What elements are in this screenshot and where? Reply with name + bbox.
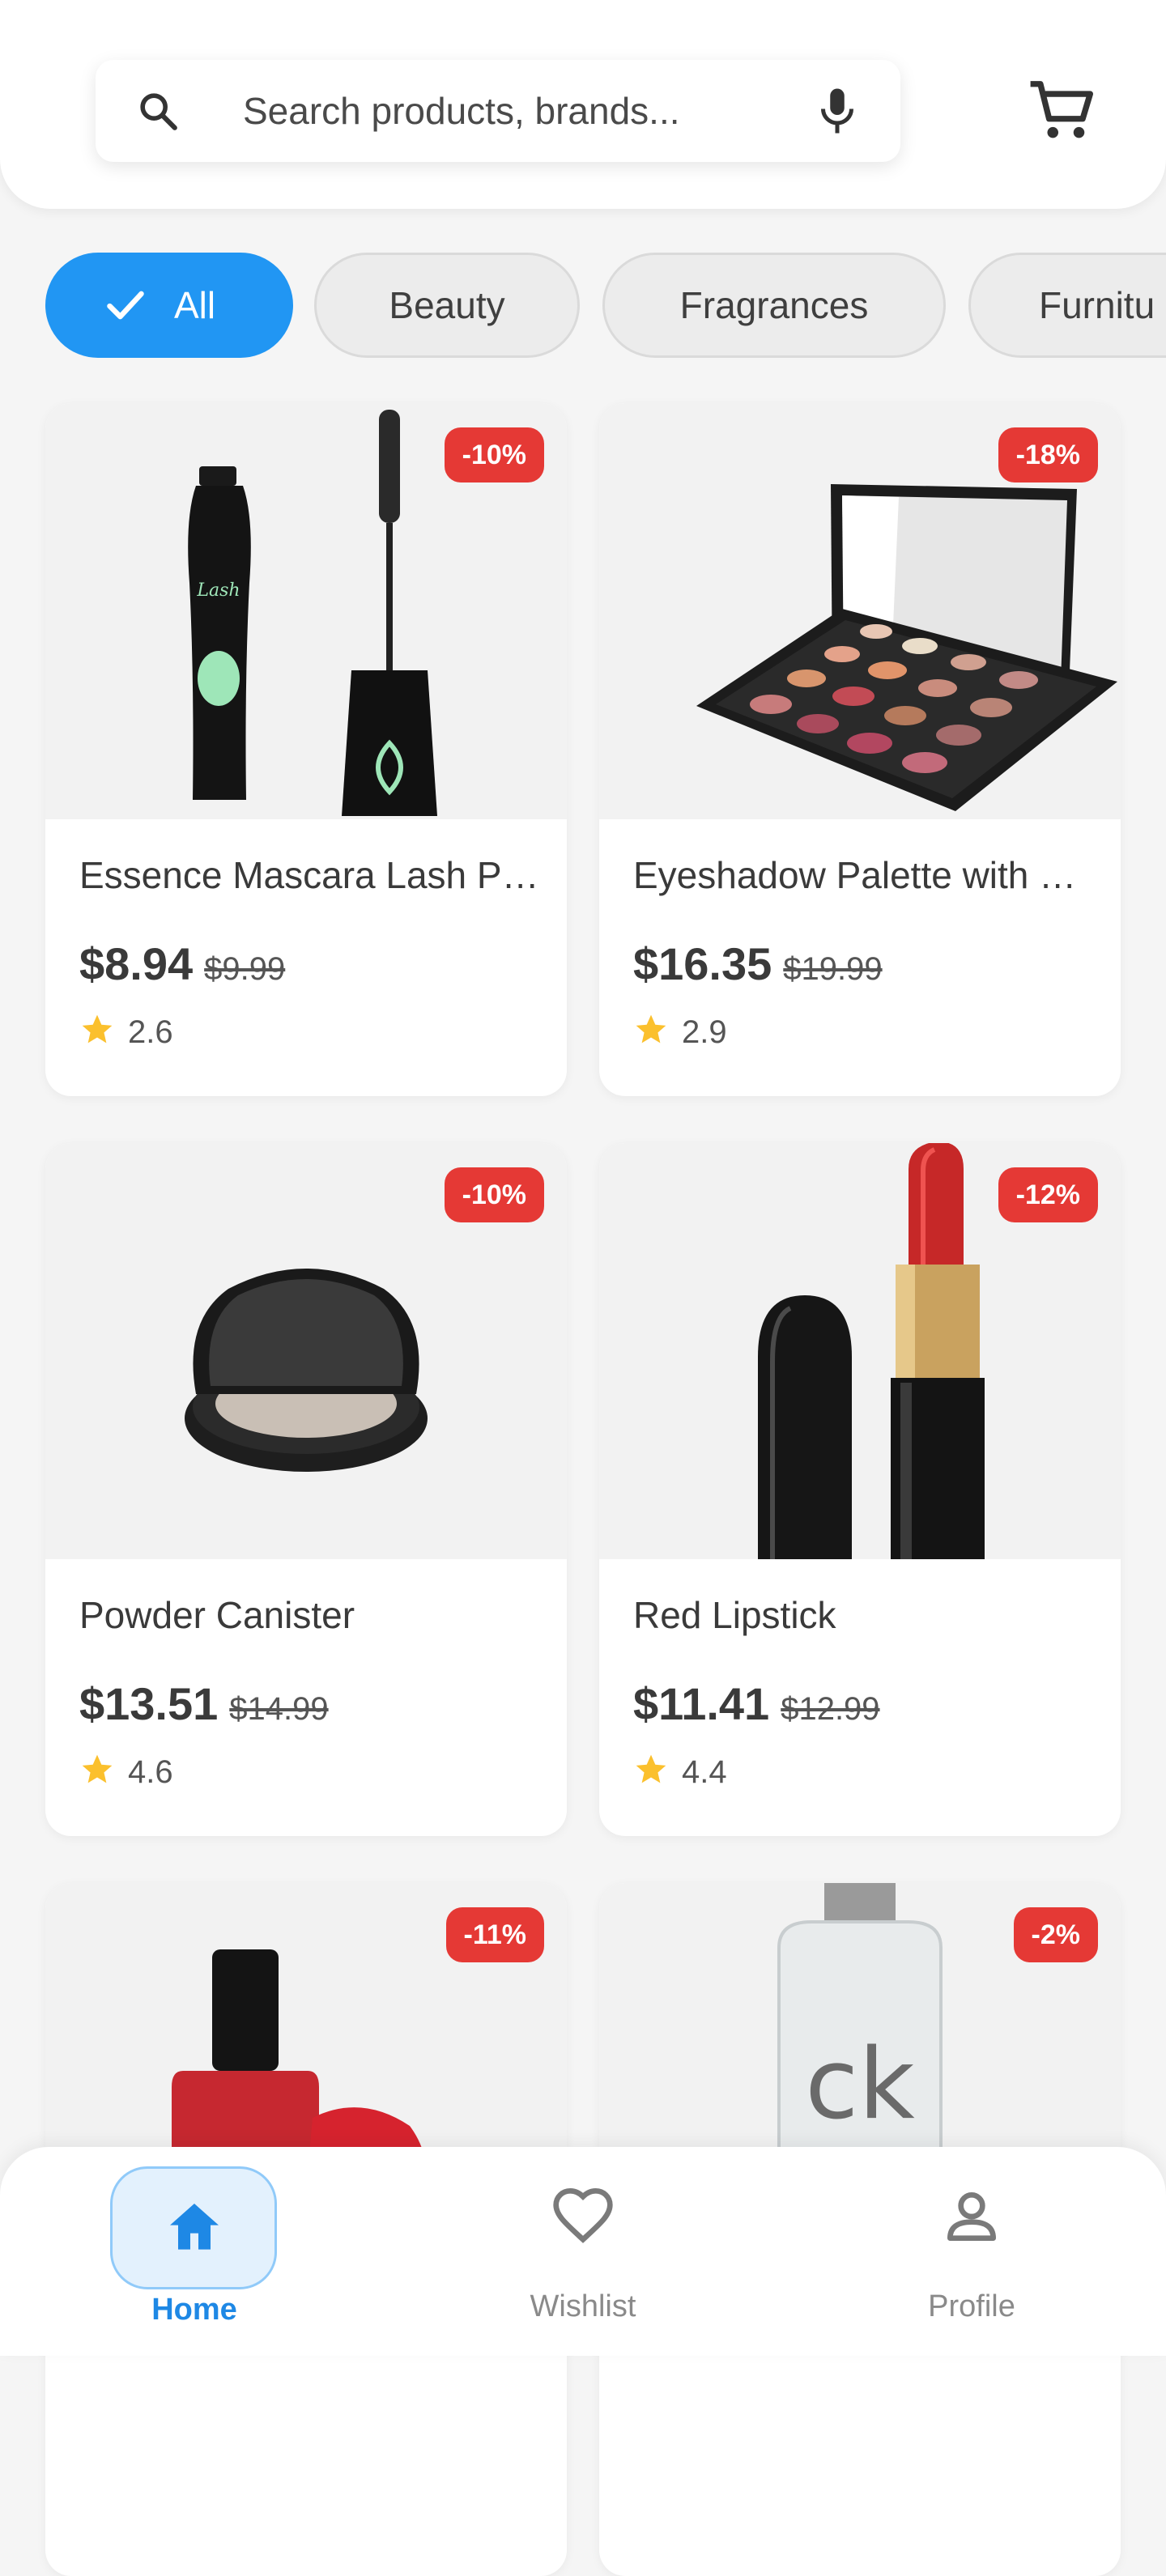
star-icon [82, 1754, 113, 1783]
discount-badge: -18% [998, 427, 1098, 482]
heart-icon [553, 2187, 613, 2243]
search-bar[interactable]: Search products, brands... [96, 60, 900, 162]
product-rating: 2.9 [633, 1012, 727, 1051]
nav-profile[interactable]: Profile [850, 2147, 1093, 2356]
chip-beauty[interactable]: Beauty [314, 253, 580, 358]
chip-label: Beauty [389, 284, 505, 326]
rating-value: 4.4 [682, 1754, 727, 1790]
chip-furniture[interactable]: Furnitu [968, 253, 1166, 358]
search-input[interactable]: Search products, brands... [243, 60, 680, 162]
chip-label: Fragrances [679, 284, 869, 326]
discount-badge: -12% [998, 1167, 1098, 1222]
discount-badge: -10% [444, 427, 544, 482]
app-header: Search products, brands... [0, 0, 1166, 209]
product-rating: 4.4 [633, 1752, 727, 1791]
home-icon [170, 2204, 219, 2250]
svg-text:Lash: Lash [196, 580, 240, 601]
rating-value: 4.6 [128, 1754, 173, 1790]
product-title: Eyeshadow Palette with Mirror [633, 854, 1095, 896]
rating-value: 2.6 [128, 1014, 173, 1050]
chip-all[interactable]: All [45, 253, 293, 358]
search-icon [140, 93, 177, 130]
nav-wishlist-label: Wishlist [530, 2289, 636, 2323]
discount-badge: -11% [445, 1907, 544, 1962]
person-icon [947, 2192, 996, 2241]
product-title: Red Lipstick [633, 1594, 836, 1636]
nav-wishlist[interactable]: Wishlist [462, 2147, 704, 2356]
product-card[interactable]: -18% Eyeshadow Palette with Mirror $16.3… [599, 403, 1121, 1096]
cart-icon[interactable] [1027, 78, 1096, 142]
discount-badge: -10% [444, 1167, 544, 1222]
price-current: $11.41 [633, 1678, 770, 1729]
product-price: $13.51 $14.99 [79, 1677, 329, 1730]
nav-home[interactable]: Home [73, 2147, 316, 2356]
price-original: $12.99 [781, 1691, 880, 1727]
product-card[interactable]: -12% Red Lipstick $11.41 $12.99 4.4 [599, 1143, 1121, 1836]
product-price: $11.41 $12.99 [633, 1677, 880, 1730]
price-current: $16.35 [633, 938, 772, 989]
chip-fragrances[interactable]: Fragrances [602, 253, 946, 358]
nav-profile-label: Profile [928, 2289, 1015, 2323]
svg-text:ck: ck [805, 2029, 915, 2141]
bottom-navigation: Home Wishlist Profile [0, 2147, 1166, 2356]
nav-home-label: Home [151, 2293, 237, 2327]
product-title: Powder Canister [79, 1594, 355, 1636]
price-current: $13.51 [79, 1678, 219, 1729]
product-price: $8.94 $9.99 [79, 937, 285, 990]
category-chips: All Beauty Fragrances Furnitu [0, 251, 1166, 363]
chip-label: All [174, 284, 216, 326]
price-original: $9.99 [204, 951, 286, 987]
star-icon [636, 1014, 666, 1044]
product-rating: 4.6 [79, 1752, 173, 1791]
price-original: $19.99 [783, 951, 883, 987]
product-rating: 2.6 [79, 1012, 173, 1051]
star-icon [82, 1014, 113, 1044]
star-icon [636, 1754, 666, 1783]
price-original: $14.99 [229, 1691, 329, 1727]
check-icon [107, 291, 144, 320]
product-title: Essence Mascara Lash Princess [79, 854, 541, 896]
product-card[interactable]: Lash -10% Essence Mascara Lash Princess … [45, 403, 567, 1096]
rating-value: 2.9 [682, 1014, 727, 1050]
price-current: $8.94 [79, 938, 194, 989]
product-card[interactable]: -10% Powder Canister $13.51 $14.99 4.6 [45, 1143, 567, 1836]
mic-icon[interactable] [813, 84, 862, 138]
chip-label: Furnitu [1039, 284, 1155, 326]
product-price: $16.35 $19.99 [633, 937, 883, 990]
discount-badge: -2% [1013, 1907, 1098, 1962]
